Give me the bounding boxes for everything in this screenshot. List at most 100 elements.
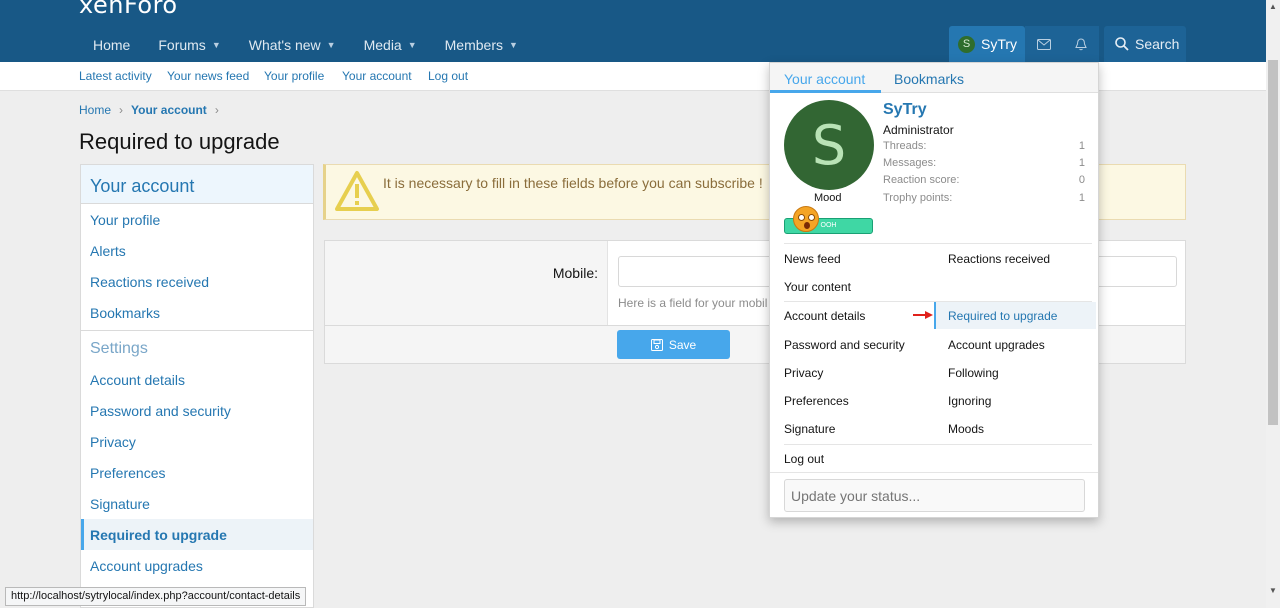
alerts-button[interactable] — [1062, 26, 1099, 62]
warning-icon — [335, 171, 379, 211]
menu-required-to-upgrade[interactable]: Required to upgrade — [934, 302, 1096, 329]
status-update-input[interactable] — [784, 479, 1085, 512]
menu-moods[interactable]: Moods — [948, 422, 984, 436]
sidebar-item-account-details[interactable]: Account details — [81, 364, 313, 395]
header: xenForo Home Forums ▼ What's new ▼ Media ▼ … — [0, 0, 1266, 62]
subnav-your-account[interactable]: Your account — [342, 69, 412, 83]
account-sidebar: Your account Your profile Alerts Reactio… — [80, 164, 314, 608]
sidebar-heading: Your account — [81, 165, 313, 204]
scrollbar-thumb[interactable] — [1268, 60, 1278, 425]
search-icon — [1115, 37, 1129, 51]
subnav-latest-activity[interactable]: Latest activity — [79, 69, 152, 83]
nav-tab-members[interactable]: Members ▼ — [431, 27, 532, 62]
chevron-down-icon[interactable]: ▼ — [509, 40, 518, 62]
subnav-log-out[interactable]: Log out — [428, 69, 468, 83]
menu-password-security[interactable]: Password and security — [784, 338, 905, 352]
nav-label: Home — [93, 37, 131, 53]
chevron-down-icon[interactable]: ▼ — [212, 40, 221, 62]
nav-tab-home[interactable]: Home — [79, 27, 144, 62]
tab-bookmarks[interactable]: Bookmarks — [894, 71, 964, 87]
mobile-label: Mobile: — [552, 265, 598, 281]
sidebar-item-alerts[interactable]: Alerts — [81, 235, 313, 266]
sidebar-item-account-upgrades[interactable]: Account upgrades — [81, 550, 313, 581]
breadcrumb-home[interactable]: Home — [79, 103, 111, 117]
menu-signature[interactable]: Signature — [784, 422, 835, 436]
menu-account-details[interactable]: Account details — [784, 309, 865, 323]
sidebar-item-preferences[interactable]: Preferences — [81, 457, 313, 488]
stat-label: Threads: — [883, 140, 927, 152]
scroll-down-icon[interactable]: ▼ — [1269, 586, 1277, 595]
account-menu-button[interactable]: S SyTry — [949, 26, 1025, 62]
menu-ignoring[interactable]: Ignoring — [948, 394, 991, 408]
save-button[interactable]: Save — [617, 330, 730, 359]
scroll-up-icon[interactable]: ▲ — [1269, 2, 1277, 11]
stat-label: Messages: — [883, 157, 937, 169]
divider — [784, 444, 1092, 445]
menu-preferences[interactable]: Preferences — [784, 394, 849, 408]
avatar: S — [958, 35, 975, 53]
subnav-news-feed[interactable]: Your news feed — [167, 69, 249, 83]
chevron-down-icon[interactable]: ▼ — [327, 40, 336, 62]
mood-label: Mood — [814, 192, 842, 204]
menu-reactions-received[interactable]: Reactions received — [948, 252, 1050, 266]
menu-privacy[interactable]: Privacy — [784, 366, 823, 380]
menu-news-feed[interactable]: News feed — [784, 252, 841, 266]
stat-label: Reaction score: — [883, 174, 960, 186]
search-button[interactable]: Search — [1104, 26, 1186, 62]
mood-emoji-icon[interactable] — [793, 206, 819, 232]
notice-text: It is necessary to fill in these fields … — [383, 175, 763, 191]
tab-your-account[interactable]: Your account — [784, 71, 865, 87]
account-popup-menu: Your account Bookmarks S Mood OOH SyTry … — [769, 62, 1099, 518]
nav-tab-media[interactable]: Media ▼ — [350, 27, 431, 62]
sidebar-item-your-profile[interactable]: Your profile — [81, 204, 313, 235]
username-label: SyTry — [981, 36, 1018, 52]
nav-label: What's new — [248, 37, 321, 53]
active-tab-indicator — [770, 90, 881, 93]
page-scrollbar[interactable]: ▲ ▼ — [1266, 0, 1280, 608]
stat-threads: Threads: 1 — [883, 140, 1085, 152]
form-label-column: Mobile: — [325, 241, 608, 325]
save-icon — [650, 338, 663, 351]
chevron-right-icon: › — [214, 103, 219, 117]
nav-label: Forums — [158, 37, 206, 53]
sidebar-item-signature[interactable]: Signature — [81, 488, 313, 519]
nav-tab-forums[interactable]: Forums ▼ — [144, 27, 234, 62]
stat-messages: Messages: 1 — [883, 157, 1085, 169]
envelope-icon — [1036, 38, 1051, 50]
stat-reaction-score: Reaction score: 0 — [883, 174, 1085, 186]
menu-log-out[interactable]: Log out — [784, 452, 824, 466]
nav-tab-whats-new[interactable]: What's new ▼ — [235, 27, 350, 62]
chevron-right-icon: › — [119, 103, 124, 117]
stat-value: 0 — [1078, 174, 1085, 186]
browser-status-url: http://localhost/sytrylocal/index.php?ac… — [5, 587, 307, 606]
sidebar-item-password-security[interactable]: Password and security — [81, 395, 313, 426]
nav-label: Members — [444, 37, 503, 53]
sidebar-item-privacy[interactable]: Privacy — [81, 426, 313, 457]
main-nav: Home Forums ▼ What's new ▼ Media ▼ Members ▼ — [79, 27, 532, 62]
inbox-button[interactable] — [1025, 26, 1062, 62]
menu-following[interactable]: Following — [948, 366, 999, 380]
red-arrow-icon — [913, 311, 933, 319]
breadcrumb: Home › Your account › — [79, 103, 219, 117]
site-logo[interactable]: xenForo — [79, 0, 178, 19]
chevron-down-icon[interactable]: ▼ — [408, 40, 417, 62]
breadcrumb-current[interactable]: Your account — [131, 103, 207, 117]
subnav-your-profile[interactable]: Your profile — [264, 69, 324, 83]
avatar[interactable]: S — [784, 100, 874, 190]
search-label: Search — [1135, 36, 1180, 52]
stat-value: 1 — [1078, 192, 1085, 204]
page-title: Required to upgrade — [79, 129, 280, 154]
stat-value: 1 — [1078, 157, 1085, 169]
stat-trophy-points: Trophy points: 1 — [883, 192, 1085, 204]
nav-label: Media — [363, 37, 402, 53]
user-role: Administrator — [883, 123, 954, 137]
sidebar-item-bookmarks[interactable]: Bookmarks — [81, 297, 313, 328]
popup-tabs: Your account Bookmarks — [770, 63, 1098, 93]
stat-value: 1 — [1078, 140, 1085, 152]
menu-account-upgrades[interactable]: Account upgrades — [948, 338, 1045, 352]
menu-your-content[interactable]: Your content — [784, 280, 851, 294]
sidebar-item-required-to-upgrade[interactable]: Required to upgrade — [81, 519, 313, 550]
bell-icon — [1074, 37, 1087, 50]
popup-username[interactable]: SyTry — [883, 101, 927, 119]
sidebar-item-reactions[interactable]: Reactions received — [81, 266, 313, 297]
